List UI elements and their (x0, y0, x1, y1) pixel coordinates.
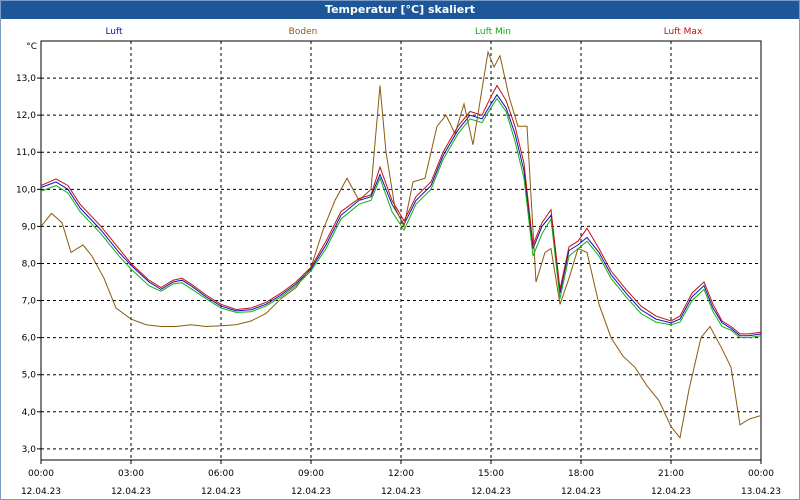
x-tick-label-date: 12.04.23 (291, 487, 331, 497)
chart-window: Temperatur [°C] skaliert 00:00 12.04.23 03… (0, 0, 800, 500)
legend-entry: Boden (289, 27, 318, 37)
y-tick-label: 10,0 (16, 185, 36, 195)
y-axis-unit: °C (26, 42, 37, 52)
legend-entry: Luft Max (664, 27, 703, 37)
x-tick-label-date: 12.04.23 (651, 487, 691, 497)
x-tick-label-time: 00:00 (28, 469, 54, 479)
y-tick-label: 7,0 (22, 297, 37, 307)
x-tick-label-time: 12:00 (388, 469, 414, 479)
y-tick-label: 13,0 (16, 74, 36, 84)
y-tick-label: 12,0 (16, 111, 36, 121)
x-tick-label-date: 12.04.23 (381, 487, 421, 497)
x-tick-label-date: 13.04.23 (741, 487, 781, 497)
legend-entry: Luft Min (475, 27, 511, 37)
x-tick-label-time: 21:00 (658, 469, 684, 479)
x-tick-label-date: 12.04.23 (561, 487, 601, 497)
y-tick-label: 9,0 (22, 222, 37, 232)
x-tick-label-time: 15:00 (478, 469, 504, 479)
x-tick-label-time: 18:00 (568, 469, 594, 479)
x-tick-label-time: 03:00 (118, 469, 144, 479)
y-tick-label: 8,0 (22, 259, 37, 269)
legend-entry: Luft (105, 27, 123, 37)
y-tick-label: 5,0 (22, 371, 37, 381)
y-tick-label: 3,0 (22, 445, 37, 455)
x-tick-label-date: 12.04.23 (201, 487, 241, 497)
x-tick-label-time: 06:00 (208, 469, 234, 479)
x-tick-label-date: 12.04.23 (21, 487, 61, 497)
x-tick-label-date: 12.04.23 (471, 487, 511, 497)
x-tick-label-time: 09:00 (298, 469, 324, 479)
y-tick-label: 6,0 (22, 334, 37, 344)
chart-canvas: 00:00 12.04.23 03:00 12.04.23 06:00 12.04.23 0… (16, 27, 781, 497)
x-tick-label-time: 00:00 (748, 469, 774, 479)
y-tick-label: 4,0 (22, 408, 37, 418)
x-tick-label-date: 12.04.23 (111, 487, 151, 497)
y-tick-label: 11,0 (16, 148, 36, 158)
